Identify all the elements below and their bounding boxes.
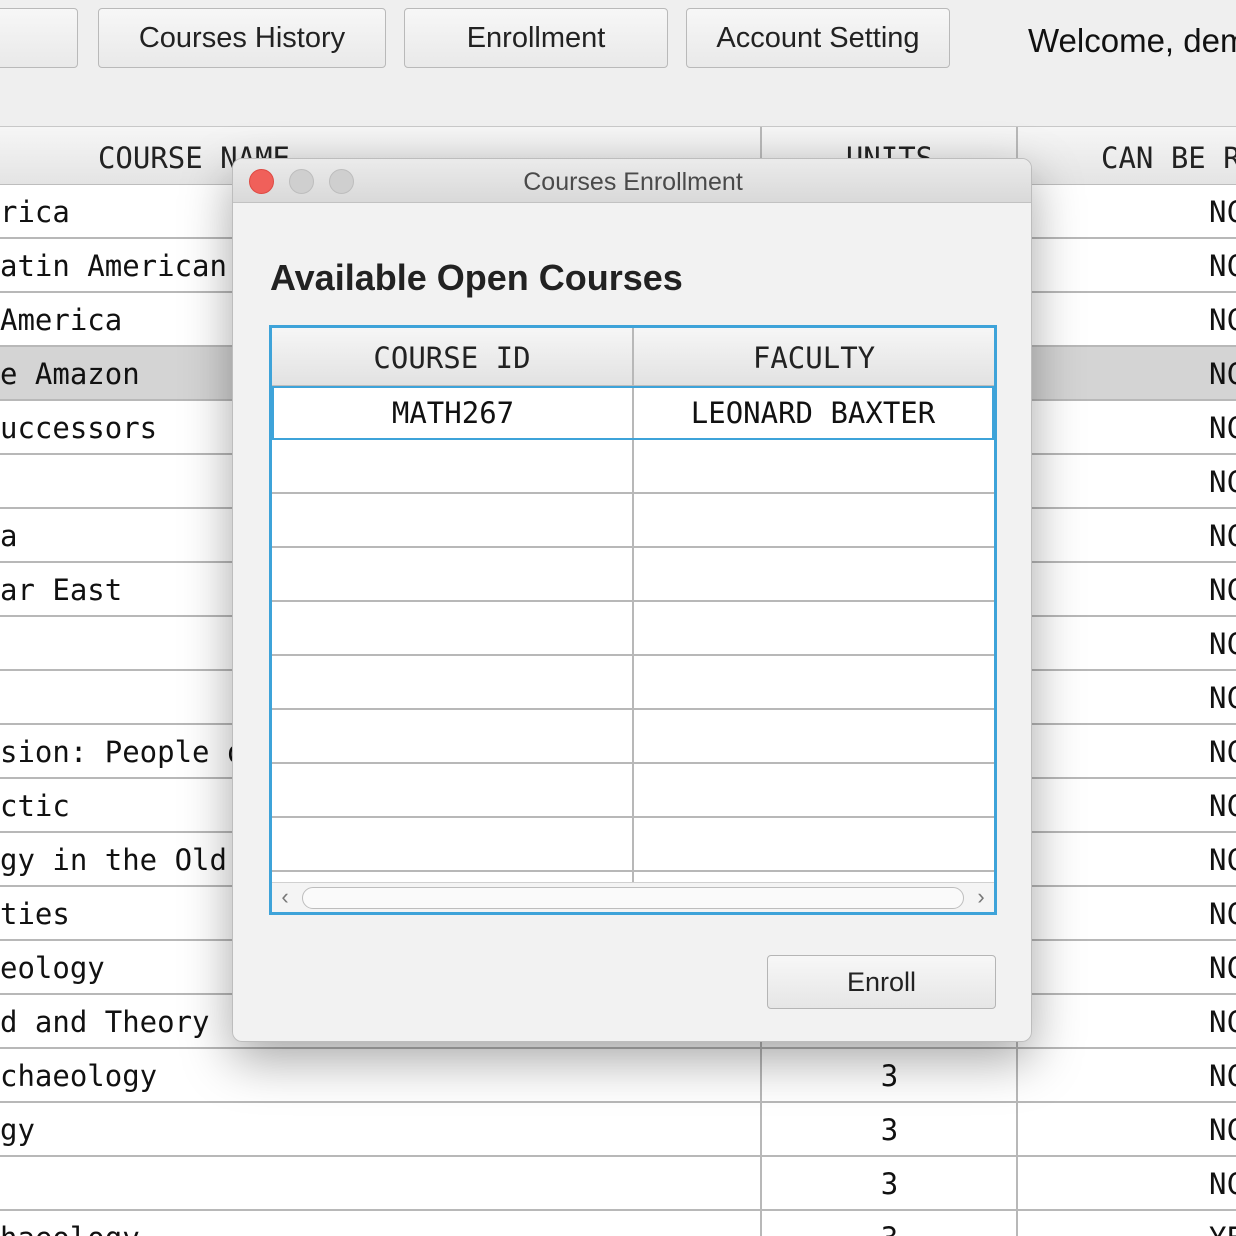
units-cell: 3	[762, 1211, 1017, 1236]
dialog-title: Courses Enrollment	[523, 168, 743, 196]
can-be-repeated-cell: NC	[1209, 195, 1236, 229]
units-cell: 3	[880, 1167, 899, 1201]
open-courses-table[interactable]: COURSE ID FACULTY MATH267 LEONARD BAXTER …	[269, 325, 997, 915]
empty-row[interactable]	[272, 710, 994, 764]
empty-row[interactable]	[272, 818, 994, 872]
nav-button-partial[interactable]	[0, 8, 78, 68]
course-name-cell: gy	[0, 1113, 35, 1147]
empty-row[interactable]	[272, 764, 994, 818]
can-be-repeated-cell: NC	[1209, 627, 1236, 661]
enroll-button[interactable]: Enroll	[767, 955, 996, 1009]
table-row[interactable]: chaeology 3 NC	[0, 1049, 1236, 1103]
courses-history-button[interactable]: Courses History	[98, 8, 386, 68]
course-name-cell: haeology	[0, 1211, 760, 1236]
scroll-right-icon[interactable]: ›	[968, 883, 994, 912]
scroll-left-icon[interactable]: ‹	[272, 883, 298, 912]
top-toolbar: Courses History Enrollment Account Setti…	[0, 0, 1236, 126]
can-be-repeated-cell: NC	[1209, 465, 1236, 499]
course-name-cell	[0, 1157, 760, 1209]
course-id-cell: MATH267	[391, 396, 515, 430]
can-be-repeated-cell: NC	[1209, 573, 1236, 607]
faculty-cell: LEONARD BAXTER	[690, 396, 936, 430]
column-header-can-be-repeated[interactable]: CAN BE R	[1019, 127, 1236, 185]
table-row[interactable]: haeology3 YE	[0, 1211, 1236, 1236]
empty-row[interactable]	[272, 656, 994, 710]
units-cell: 3	[880, 1113, 899, 1147]
course-name-cell: chaeology	[0, 1059, 158, 1093]
column-header-faculty[interactable]: FACULTY	[634, 328, 994, 386]
horizontal-scrollbar[interactable]: ‹ ›	[272, 882, 994, 912]
can-be-repeated-cell: NC	[1209, 1059, 1236, 1093]
enrollment-button[interactable]: Enrollment	[404, 8, 668, 68]
can-be-repeated-cell: NC	[1209, 1005, 1236, 1039]
can-be-repeated-cell: NC	[1209, 951, 1236, 985]
can-be-repeated-cell: YE	[1209, 1211, 1236, 1236]
can-be-repeated-cell: NC	[1209, 249, 1236, 283]
empty-row[interactable]	[272, 440, 994, 494]
welcome-text: Welcome, dem	[1028, 22, 1236, 59]
can-be-repeated-cell: NC	[1209, 1167, 1236, 1201]
units-cell: 3	[880, 1059, 899, 1093]
can-be-repeated-cell: NC	[1209, 411, 1236, 445]
empty-row[interactable]	[272, 602, 994, 656]
available-courses-heading: Available Open Courses	[270, 257, 683, 298]
can-be-repeated-cell: NC	[1209, 303, 1236, 337]
table-row[interactable]: gy 3 NC	[0, 1103, 1236, 1157]
column-header-course-id[interactable]: COURSE ID	[272, 328, 632, 386]
can-be-repeated-cell: NC	[1209, 519, 1236, 553]
empty-row[interactable]	[272, 494, 994, 548]
can-be-repeated-cell: NC	[1209, 897, 1236, 931]
dialog-titlebar[interactable]: Courses Enrollment	[233, 159, 1031, 203]
empty-row[interactable]	[272, 548, 994, 602]
account-setting-button[interactable]: Account Setting	[686, 8, 950, 68]
can-be-repeated-cell: NC	[1209, 1113, 1236, 1147]
scroll-thumb[interactable]	[302, 887, 964, 909]
can-be-repeated-cell: NC	[1209, 357, 1236, 391]
can-be-repeated-cell: NC	[1209, 843, 1236, 877]
courses-enrollment-dialog: Courses Enrollment Available Open Course…	[232, 158, 1032, 1042]
can-be-repeated-cell: NC	[1209, 735, 1236, 769]
course-row[interactable]: MATH267 LEONARD BAXTER	[272, 386, 994, 440]
can-be-repeated-cell: NC	[1209, 789, 1236, 823]
table-row[interactable]: 3 NC	[0, 1157, 1236, 1211]
can-be-repeated-cell: NC	[1209, 681, 1236, 715]
